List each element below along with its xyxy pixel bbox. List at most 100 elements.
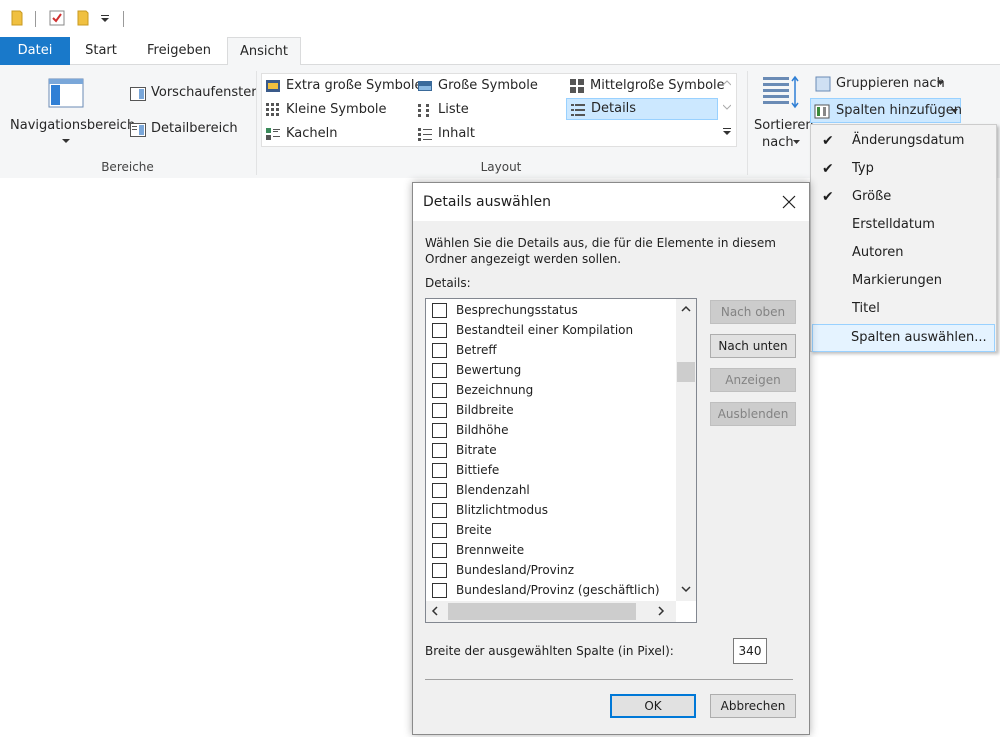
list-item-label: Blendenzahl	[456, 483, 530, 497]
close-icon[interactable]	[779, 192, 799, 212]
layout-item-label: Kleine Symbole	[286, 102, 387, 117]
chevron-down-icon[interactable]	[681, 586, 691, 593]
menu-item-label: Typ	[852, 161, 874, 176]
checkbox[interactable]	[432, 523, 447, 538]
chevron-down-icon[interactable]	[62, 139, 70, 144]
checkbox[interactable]	[432, 483, 447, 498]
layout-content[interactable]: Inhalt	[414, 123, 475, 145]
layout-large-icons[interactable]: Große Symbole	[414, 75, 538, 97]
layout-extra-large-icons[interactable]: Extra große Symbole	[262, 75, 422, 97]
medium-icons-icon	[570, 79, 584, 93]
menu-item-autoren[interactable]: Autoren	[812, 239, 995, 267]
checkbox[interactable]	[432, 563, 447, 578]
chevron-right-icon[interactable]	[658, 606, 665, 616]
ok-button[interactable]: OK	[610, 694, 696, 718]
properties-check-icon[interactable]	[49, 10, 65, 26]
column-width-label: Breite der ausgewählten Spalte (in Pixel…	[425, 644, 674, 658]
menu-item-spalten-auswaehlen[interactable]: Spalten auswählen...	[812, 324, 995, 352]
layout-list[interactable]: Liste	[414, 99, 469, 121]
menu-item-aenderungsdatum[interactable]: ✔ Änderungsdatum	[812, 127, 995, 155]
chevron-up-icon[interactable]	[681, 305, 691, 312]
tab-freigeben[interactable]: Freigeben	[138, 37, 220, 65]
menu-item-erstelldatum[interactable]: Erstelldatum	[812, 211, 995, 239]
checkbox[interactable]	[432, 503, 447, 518]
menu-item-markierungen[interactable]: Markierungen	[812, 267, 995, 295]
checkbox[interactable]	[432, 463, 447, 478]
hide-button[interactable]: Ausblenden	[710, 402, 796, 426]
checkbox[interactable]	[432, 363, 447, 378]
sort-by-label-2: nach	[762, 135, 794, 150]
details-list[interactable]: Besprechungsstatus Bestandteil einer Kom…	[425, 298, 697, 623]
layout-tiles[interactable]: Kacheln	[262, 123, 338, 145]
list-item-label: Bitrate	[456, 443, 497, 457]
show-button[interactable]: Anzeigen	[710, 368, 796, 392]
checkmark-icon: ✔	[822, 133, 834, 149]
list-item[interactable]: Besprechungsstatus	[430, 301, 670, 321]
layout-details[interactable]: Details	[566, 98, 718, 120]
list-item[interactable]: Bittiefe	[430, 461, 670, 481]
tab-ansicht[interactable]: Ansicht	[227, 37, 301, 66]
preview-pane-button[interactable]: Vorschaufenster	[151, 85, 257, 100]
move-down-button[interactable]: Nach unten	[710, 334, 796, 358]
checkbox[interactable]	[432, 343, 447, 358]
list-item[interactable]: Bewertung	[430, 361, 670, 381]
vertical-scrollbar[interactable]	[676, 299, 696, 601]
list-item[interactable]: Bestandteil einer Kompilation	[430, 321, 670, 341]
list-item[interactable]: Bildhöhe	[430, 421, 670, 441]
menu-item-groesse[interactable]: ✔ Größe	[812, 183, 995, 211]
move-up-button[interactable]: Nach oben	[710, 300, 796, 324]
layout-medium-icons[interactable]: Mittelgroße Symbole	[566, 75, 725, 97]
list-item[interactable]: Breite	[430, 521, 670, 541]
checkbox[interactable]	[432, 403, 447, 418]
list-item[interactable]: Blitzlichtmodus	[430, 501, 670, 521]
checkbox[interactable]	[432, 323, 447, 338]
scrollbar-thumb[interactable]	[677, 362, 695, 382]
chevron-up-icon[interactable]	[723, 80, 731, 86]
column-width-input[interactable]: 340	[733, 638, 767, 664]
navigation-pane-icon[interactable]	[48, 78, 84, 108]
menu-item-typ[interactable]: ✔ Typ	[812, 155, 995, 183]
tab-start[interactable]: Start	[73, 37, 129, 65]
cancel-button[interactable]: Abbrechen	[710, 694, 796, 718]
sort-by-icon[interactable]	[762, 75, 800, 111]
list-item[interactable]: Bundesland/Provinz	[430, 561, 670, 581]
checkbox[interactable]	[432, 443, 447, 458]
list-item[interactable]: Bildbreite	[430, 401, 670, 421]
customize-dropdown-icon[interactable]	[100, 14, 110, 24]
list-item[interactable]: Bundesland/Provinz (geschäftlich)	[430, 581, 670, 601]
chevron-down-icon	[951, 109, 958, 113]
checkbox[interactable]	[432, 383, 447, 398]
tab-datei[interactable]: Datei	[0, 37, 70, 65]
list-item[interactable]: Betreff	[430, 341, 670, 361]
add-columns-button[interactable]: Spalten hinzufügen	[810, 98, 962, 123]
list-item[interactable]: Blendenzahl	[430, 481, 670, 501]
list-item[interactable]: Brennweite	[430, 541, 670, 561]
layout-item-label: Extra große Symbole	[286, 78, 423, 93]
chevron-left-icon[interactable]	[431, 606, 438, 616]
chevron-down-icon[interactable]	[937, 81, 944, 85]
group-by-button[interactable]: Gruppieren nach	[836, 76, 945, 91]
layout-small-icons[interactable]: Kleine Symbole	[262, 99, 387, 121]
layout-item-label: Mittelgroße Symbole	[590, 78, 725, 93]
layout-gallery-scroll[interactable]	[718, 74, 736, 146]
checkbox[interactable]	[432, 303, 447, 318]
menu-item-label: Spalten auswählen...	[851, 330, 987, 345]
horizontal-scrollbar[interactable]	[426, 601, 676, 622]
scrollbar-thumb[interactable]	[448, 603, 636, 620]
preview-pane-icon	[130, 87, 146, 101]
chevron-down-icon[interactable]	[723, 104, 731, 110]
details-pane-button[interactable]: Detailbereich	[151, 121, 238, 136]
list-item[interactable]: Bitrate	[430, 441, 670, 461]
group-label-bereiche: Bereiche	[101, 160, 154, 174]
checkbox[interactable]	[432, 583, 447, 598]
folder-icon[interactable]	[10, 10, 24, 26]
navigation-pane-button[interactable]: Navigationsbereich	[10, 118, 135, 133]
menu-item-titel[interactable]: Titel	[812, 295, 995, 323]
new-folder-icon[interactable]	[76, 10, 90, 26]
sort-by-button[interactable]: Sortieren	[754, 118, 814, 133]
chevron-down-icon[interactable]	[793, 140, 800, 144]
checkbox[interactable]	[432, 543, 447, 558]
list-item[interactable]: Bezeichnung	[430, 381, 670, 401]
gallery-expand-icon[interactable]	[722, 127, 732, 137]
checkbox[interactable]	[432, 423, 447, 438]
